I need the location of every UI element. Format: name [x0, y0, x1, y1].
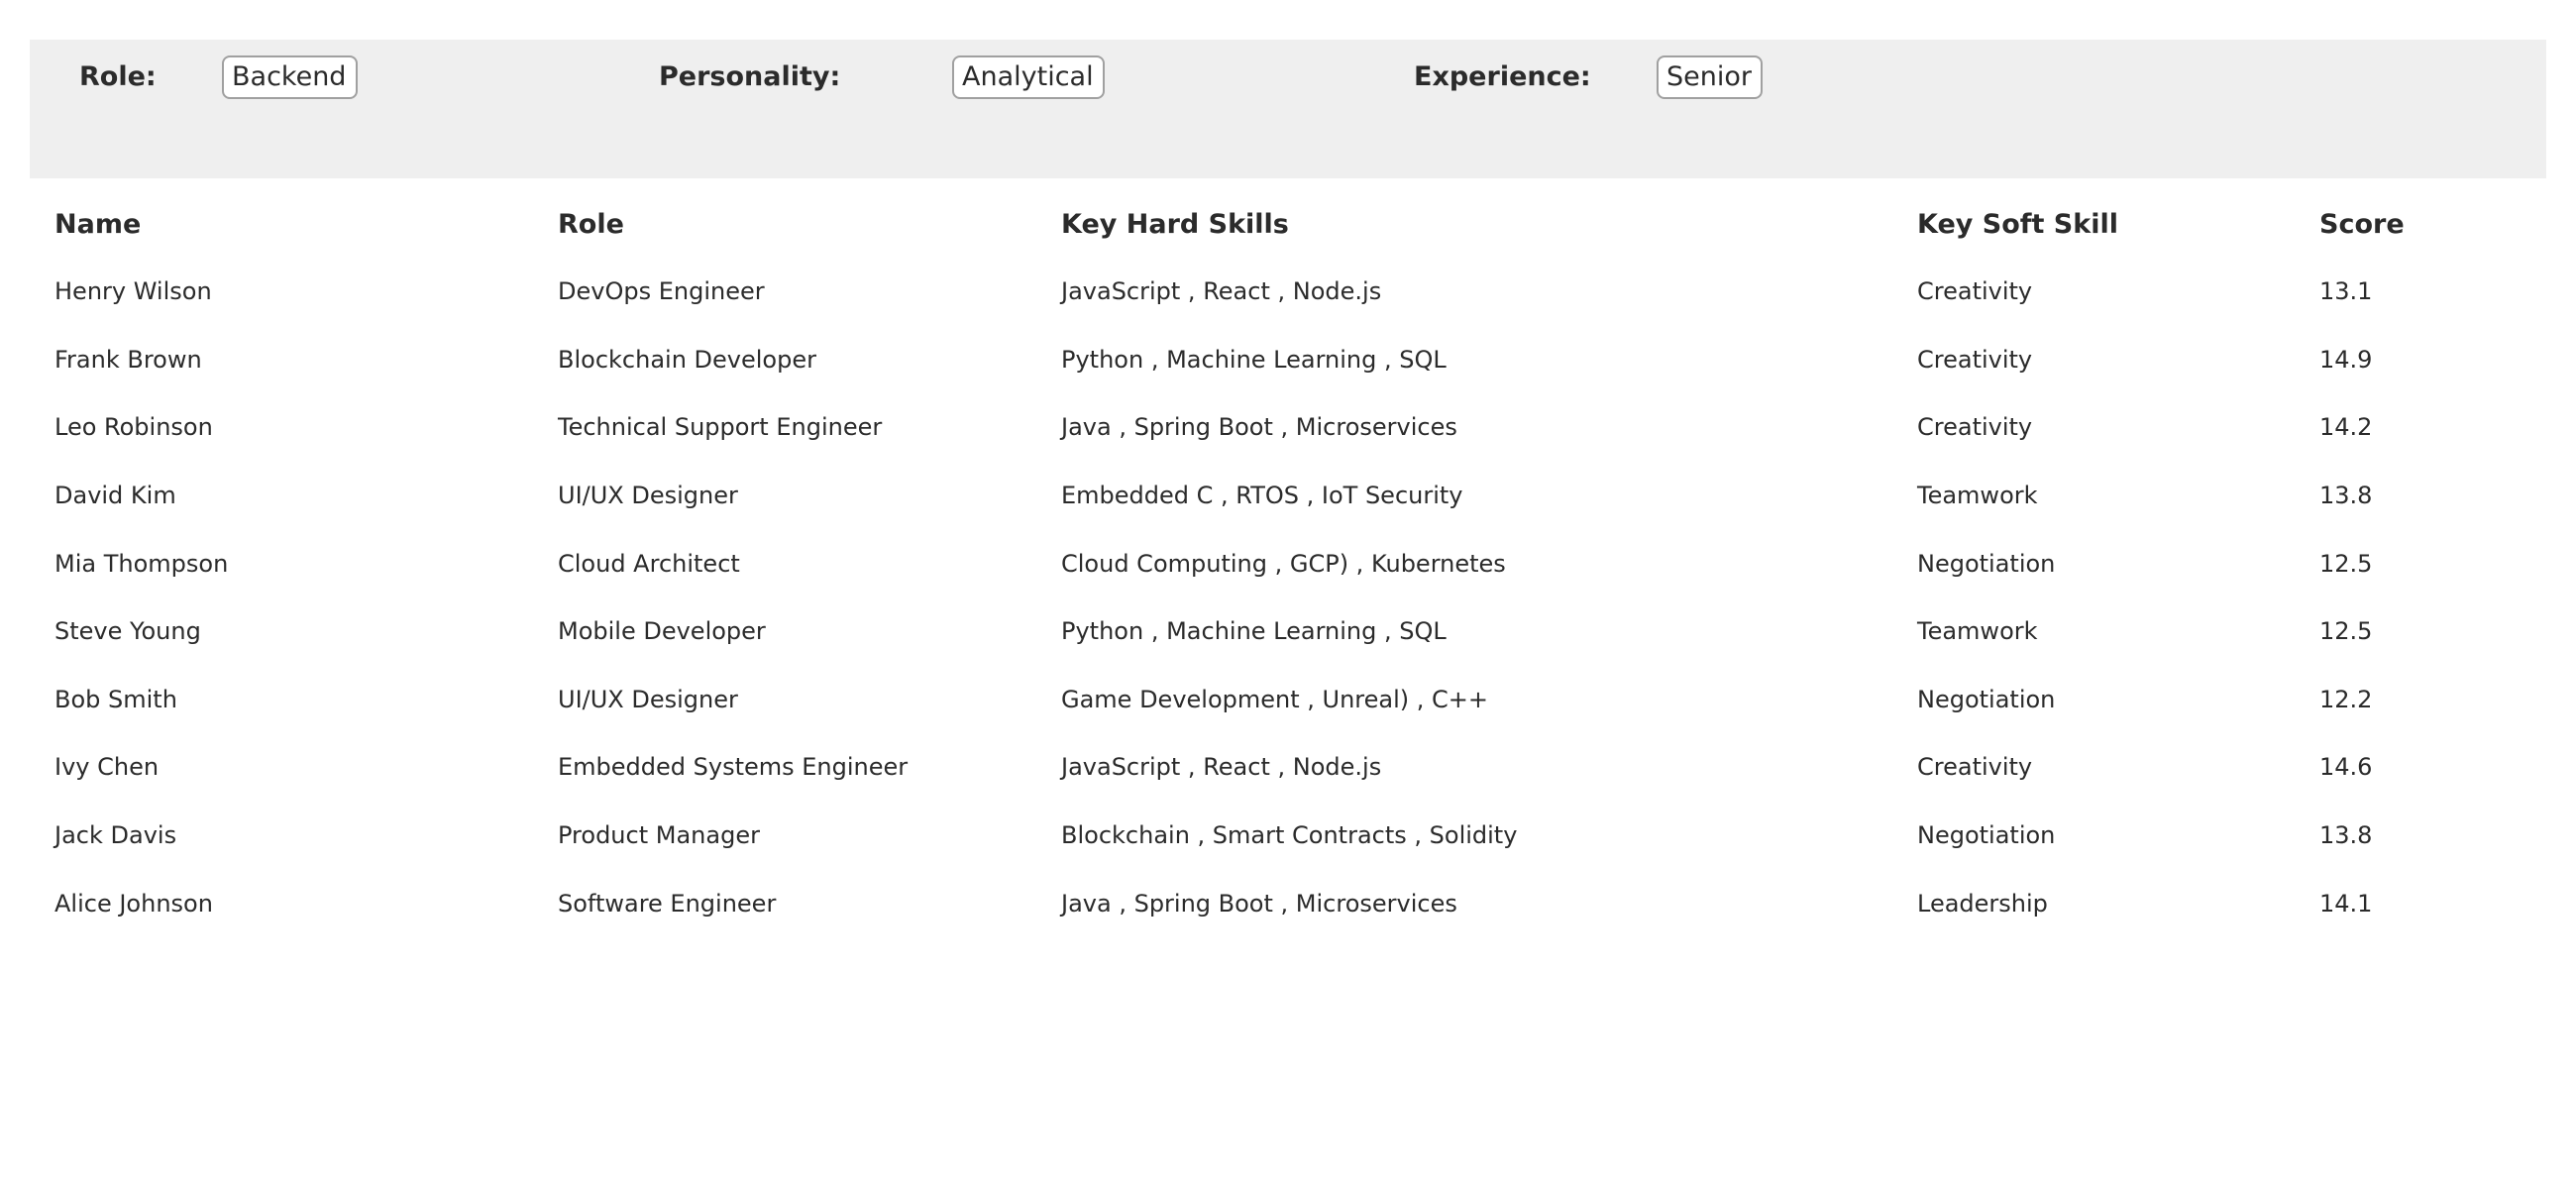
cell-name: David Kim — [54, 482, 176, 510]
cell-score: 12.5 — [2319, 617, 2373, 646]
cell-score: 12.2 — [2319, 685, 2373, 713]
cell-name: Steve Young — [54, 617, 201, 646]
column-header-soft-skill: Key Soft Skill — [1917, 208, 2118, 240]
cell-hard-skills: Embedded C , RTOS , IoT Security — [1061, 482, 1463, 510]
experience-filter-label: Experience: — [1414, 61, 1591, 92]
cell-role: Product Manager — [558, 821, 760, 850]
table-header-row: Name Role Key Hard Skills Key Soft Skill… — [30, 190, 2546, 258]
cell-hard-skills: Python , Machine Learning , SQL — [1061, 617, 1447, 646]
cell-hard-skills: Game Development , Unreal) , C++ — [1061, 685, 1489, 713]
table-row: Bob Smith UI/UX Designer Game Developmen… — [30, 666, 2546, 734]
column-header-role: Role — [558, 208, 624, 240]
cell-soft-skill: Creativity — [1917, 413, 2033, 442]
cell-name: Henry Wilson — [54, 277, 212, 306]
personality-filter-label: Personality: — [659, 61, 841, 92]
cell-role: Blockchain Developer — [558, 345, 816, 374]
cell-score: 14.1 — [2319, 889, 2373, 918]
candidates-table: Name Role Key Hard Skills Key Soft Skill… — [30, 190, 2546, 937]
cell-role: Software Engineer — [558, 889, 777, 918]
cell-soft-skill: Leadership — [1917, 889, 2048, 918]
table-row: Ivy Chen Embedded Systems Engineer JavaS… — [30, 733, 2546, 802]
cell-score: 14.9 — [2319, 345, 2373, 374]
cell-hard-skills: Blockchain , Smart Contracts , Solidity — [1061, 821, 1518, 850]
filter-bar — [30, 40, 2546, 178]
cell-hard-skills: Python , Machine Learning , SQL — [1061, 345, 1447, 374]
cell-name: Ivy Chen — [54, 753, 160, 782]
cell-soft-skill: Creativity — [1917, 753, 2033, 782]
cell-name: Mia Thompson — [54, 549, 229, 578]
cell-hard-skills: JavaScript , React , Node.js — [1061, 277, 1382, 306]
table-row: Steve Young Mobile Developer Python , Ma… — [30, 597, 2546, 666]
cell-soft-skill: Negotiation — [1917, 685, 2056, 713]
cell-name: Leo Robinson — [54, 413, 213, 442]
cell-soft-skill: Teamwork — [1917, 482, 2038, 510]
table-row: Henry Wilson DevOps Engineer JavaScript … — [30, 258, 2546, 326]
cell-name: Frank Brown — [54, 345, 202, 374]
cell-score: 13.8 — [2319, 482, 2373, 510]
cell-score: 13.1 — [2319, 277, 2373, 306]
personality-filter-select[interactable]: Analytical — [952, 55, 1105, 99]
cell-soft-skill: Creativity — [1917, 277, 2033, 306]
cell-score: 13.8 — [2319, 821, 2373, 850]
cell-score: 14.6 — [2319, 753, 2373, 782]
cell-soft-skill: Negotiation — [1917, 549, 2056, 578]
cell-hard-skills: Java , Spring Boot , Microservices — [1061, 413, 1457, 442]
table-row: Jack Davis Product Manager Blockchain , … — [30, 802, 2546, 870]
table-row: Leo Robinson Technical Support Engineer … — [30, 393, 2546, 462]
column-header-name: Name — [54, 208, 142, 240]
cell-name: Alice Johnson — [54, 889, 213, 918]
cell-role: Embedded Systems Engineer — [558, 753, 909, 782]
column-header-hard-skills: Key Hard Skills — [1061, 208, 1289, 240]
table-row: Alice Johnson Software Engineer Java , S… — [30, 869, 2546, 937]
cell-soft-skill: Teamwork — [1917, 617, 2038, 646]
role-filter-select[interactable]: Backend — [222, 55, 358, 99]
cell-score: 12.5 — [2319, 549, 2373, 578]
role-filter-label: Role: — [79, 61, 157, 92]
cell-soft-skill: Creativity — [1917, 345, 2033, 374]
cell-role: DevOps Engineer — [558, 277, 765, 306]
cell-hard-skills: Java , Spring Boot , Microservices — [1061, 889, 1457, 918]
cell-role: Mobile Developer — [558, 617, 766, 646]
cell-hard-skills: Cloud Computing , GCP) , Kubernetes — [1061, 549, 1506, 578]
table-row: David Kim UI/UX Designer Embedded C , RT… — [30, 462, 2546, 530]
cell-name: Bob Smith — [54, 685, 177, 713]
cell-role: Cloud Architect — [558, 549, 740, 578]
cell-role: UI/UX Designer — [558, 685, 738, 713]
column-header-score: Score — [2319, 208, 2405, 240]
cell-soft-skill: Negotiation — [1917, 821, 2056, 850]
cell-hard-skills: JavaScript , React , Node.js — [1061, 753, 1382, 782]
experience-filter-select[interactable]: Senior — [1657, 55, 1763, 99]
cell-score: 14.2 — [2319, 413, 2373, 442]
cell-name: Jack Davis — [54, 821, 177, 850]
cell-role: Technical Support Engineer — [558, 413, 883, 442]
table-row: Frank Brown Blockchain Developer Python … — [30, 326, 2546, 394]
cell-role: UI/UX Designer — [558, 482, 738, 510]
table-row: Mia Thompson Cloud Architect Cloud Compu… — [30, 529, 2546, 597]
